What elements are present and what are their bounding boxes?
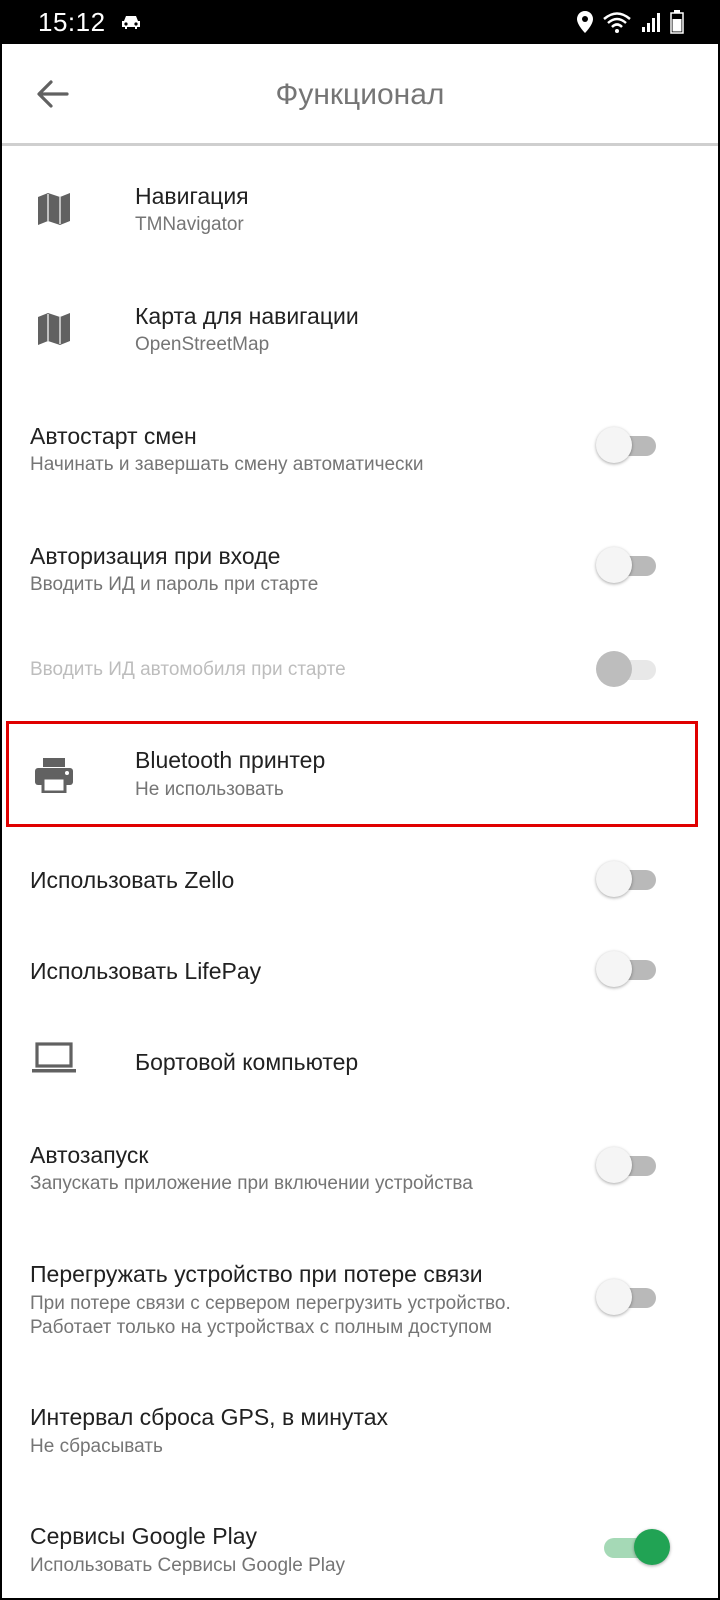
signal-icon [640, 11, 662, 33]
setting-subtitle: Вводить ИД автомобиля при старте [30, 659, 346, 680]
setting-title: Перегружать устройство при потере связи [30, 1261, 483, 1287]
setting-subtitle: OpenStreetMap [135, 334, 270, 355]
setting-title: Автостарт смен [30, 423, 197, 449]
setting-title: Автозапуск [30, 1142, 149, 1168]
setting-zello[interactable]: Использовать Zello [0, 840, 720, 920]
car-icon [120, 13, 142, 31]
setting-google-play[interactable]: Сервисы Google Play Использовать Сервисы… [0, 1500, 720, 1600]
setting-title: Использовать LifePay [30, 958, 262, 984]
status-bar: 15:12 [0, 0, 720, 44]
setting-title: Использовать Zello [30, 867, 235, 893]
setting-subtitle: Использовать Сервисы Google Play [30, 1555, 346, 1576]
map-icon [30, 305, 78, 353]
setting-subtitle: Начинать и завершать смену автоматически [30, 454, 424, 475]
location-icon [576, 10, 594, 34]
setting-subtitle: Работает только на устройствах с полным … [30, 1317, 492, 1338]
reboot-toggle[interactable] [596, 1277, 660, 1317]
lifepay-toggle[interactable] [596, 949, 660, 989]
autostart-shift-toggle[interactable] [596, 425, 660, 465]
wifi-icon [602, 11, 632, 33]
login-auth-toggle[interactable] [596, 545, 660, 585]
laptop-icon [30, 1034, 78, 1082]
setting-autolaunch[interactable]: Автозапуск Запускать приложение при вклю… [0, 1120, 720, 1240]
map-icon [30, 185, 78, 233]
battery-icon [670, 10, 684, 34]
setting-lifepay[interactable]: Использовать LifePay [0, 930, 720, 1010]
car-id-toggle [596, 649, 660, 689]
setting-login-auth[interactable]: Авторизация при входе Вводить ИД и парол… [0, 520, 720, 640]
setting-subtitle: Не сбрасывать [30, 1436, 163, 1457]
status-time: 15:12 [38, 6, 106, 37]
setting-subtitle: При потере связи с сервером перегрузить … [30, 1293, 511, 1314]
setting-map[interactable]: Карта для навигации OpenStreetMap [0, 280, 720, 400]
zello-toggle[interactable] [596, 859, 660, 899]
status-icons [576, 10, 684, 34]
highlight-box [6, 721, 698, 827]
setting-subtitle: Запускать приложение при включении устро… [30, 1173, 473, 1194]
setting-title: Карта для навигации [135, 303, 359, 329]
setting-onboard-computer[interactable]: Бортовой компьютер [0, 1020, 720, 1100]
setting-title: Бортовой компьютер [135, 1049, 359, 1075]
setting-title: Интервал сброса GPS, в минутах [30, 1404, 388, 1430]
setting-gps-reset[interactable]: Интервал сброса GPS, в минутах Не сбрасы… [0, 1380, 720, 1490]
app-bar: Функционал [0, 44, 720, 146]
setting-navigation[interactable]: Навигация TMNavigator [0, 160, 720, 280]
autolaunch-toggle[interactable] [596, 1145, 660, 1185]
setting-car-id: Вводить ИД автомобиля при старте [0, 640, 720, 720]
setting-title: Сервисы Google Play [30, 1523, 257, 1549]
setting-autostart-shift[interactable]: Автостарт смен Начинать и завершать смен… [0, 400, 720, 520]
setting-reboot[interactable]: Перегружать устройство при потере связи … [0, 1240, 720, 1370]
setting-subtitle: TMNavigator [135, 214, 244, 235]
setting-title: Авторизация при входе [30, 543, 281, 569]
setting-subtitle: Вводить ИД и пароль при старте [30, 574, 319, 595]
page-title: Функционал [275, 78, 445, 111]
google-play-toggle[interactable] [596, 1527, 670, 1567]
setting-title: Навигация [135, 183, 249, 209]
